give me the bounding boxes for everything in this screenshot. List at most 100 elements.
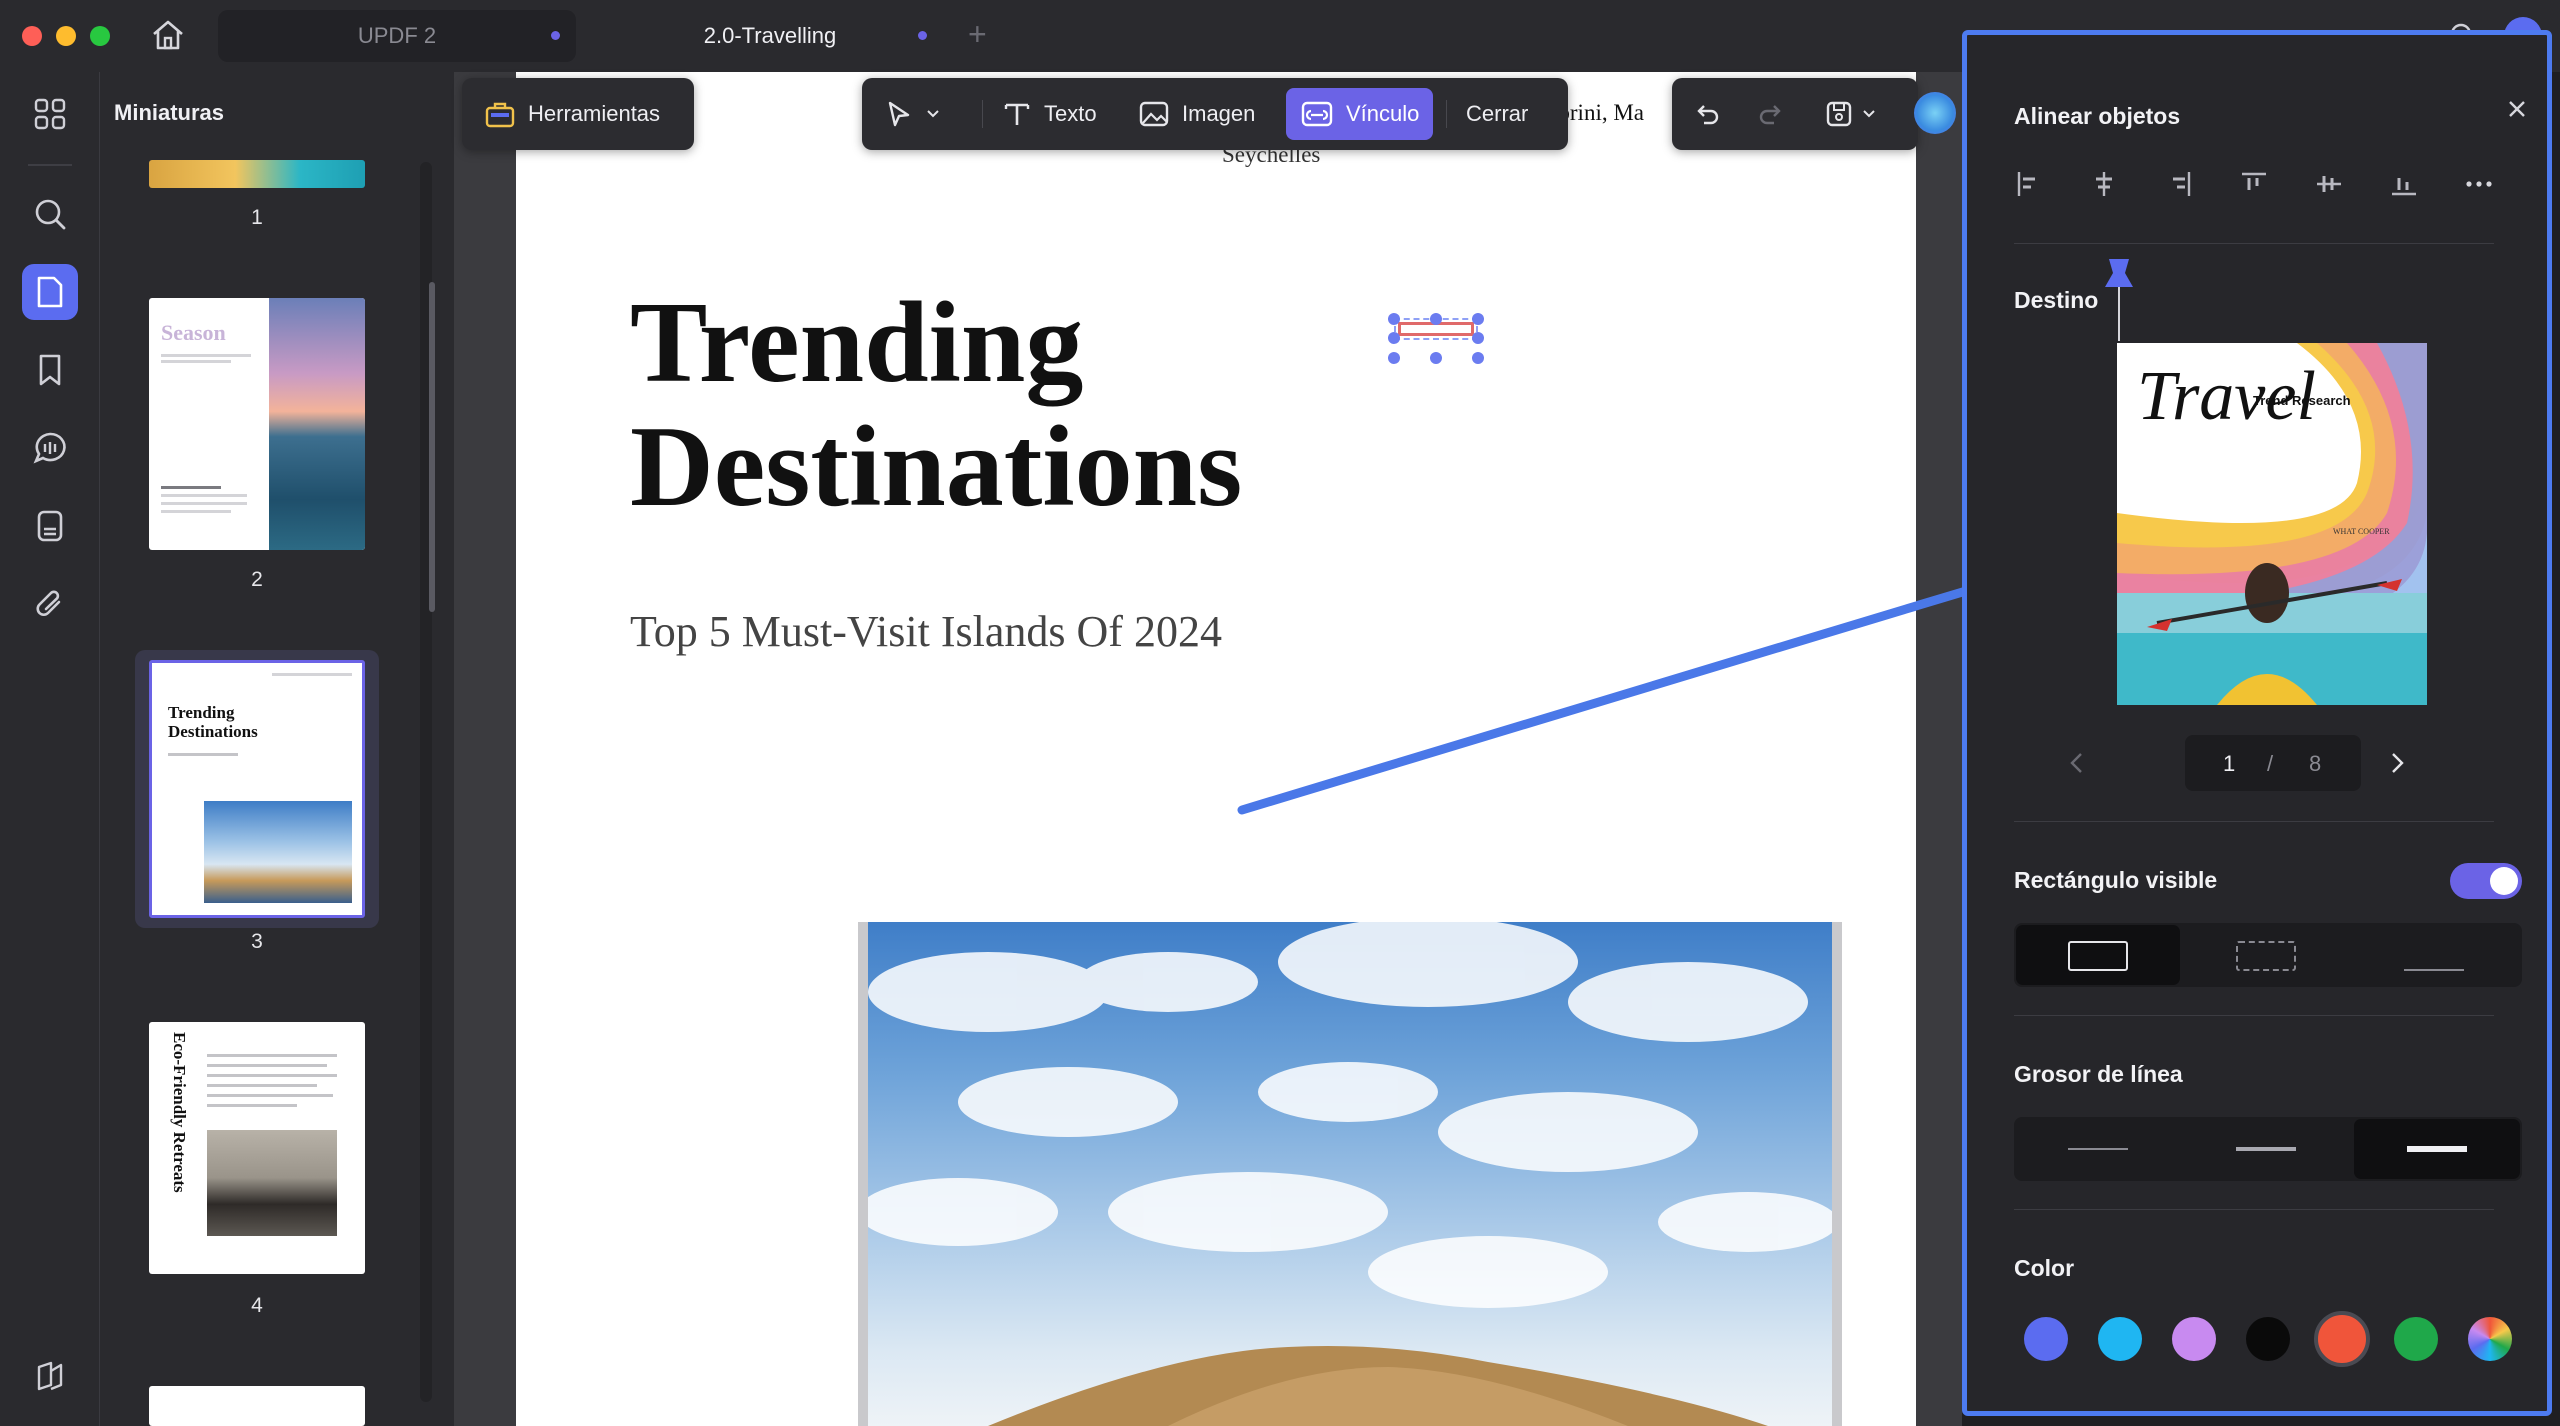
more-options-icon[interactable] (2464, 169, 2494, 199)
border-style-selector (2014, 923, 2522, 987)
align-top-icon[interactable] (2239, 169, 2269, 199)
next-page-icon[interactable] (2387, 751, 2407, 775)
ocean-sunset-image (269, 298, 365, 550)
close-window-button[interactable] (22, 26, 42, 46)
toggle-knob (2490, 867, 2518, 895)
close-edit-button[interactable]: Cerrar (1456, 88, 1538, 140)
border-dashed-option[interactable] (2184, 925, 2348, 985)
destination-label: Destino (2014, 287, 2099, 313)
thin-line-option[interactable] (2016, 1119, 2180, 1179)
organize-pages-icon[interactable] (22, 498, 78, 554)
pin-icon (2099, 255, 2139, 345)
rail-divider (28, 164, 72, 166)
new-tab-button[interactable]: + (968, 16, 987, 53)
color-swatch-cyan[interactable] (2098, 1317, 2142, 1361)
chevron-down-icon[interactable] (1862, 109, 1876, 119)
tab-label: 2.0-Travelling (703, 23, 837, 48)
tools-button[interactable]: Herramientas (474, 88, 670, 140)
edit-toolbar: Texto Imagen Vínculo Cerrar (862, 78, 1568, 150)
redo-button[interactable] (1746, 88, 1796, 140)
link-icon (1301, 101, 1333, 127)
redo-icon (1759, 105, 1781, 125)
border-underline-option[interactable] (2352, 925, 2516, 985)
comment-icon[interactable] (22, 420, 78, 476)
home-icon[interactable] (150, 18, 186, 52)
total-pages: 8 (2309, 751, 2322, 776)
page-number: 1 (251, 206, 263, 229)
history-toolbar (1672, 78, 1918, 150)
current-page[interactable]: 1 (2223, 751, 2235, 777)
scrollbar-thumb[interactable] (429, 282, 435, 612)
toolbox-icon (485, 102, 515, 128)
link-properties-panel: Alinear objetos Destino Travel Trend Res… (1962, 30, 2552, 1416)
align-center-icon[interactable] (2089, 169, 2119, 199)
minimize-window-button[interactable] (56, 26, 76, 46)
thumbnail-page-5[interactable] (149, 1386, 365, 1426)
thumbnail-page-3[interactable]: Trending Destinations (149, 660, 365, 918)
visible-rect-toggle[interactable] (2450, 863, 2522, 899)
page-number: 2 (251, 568, 263, 591)
close-label: Cerrar (1466, 101, 1529, 126)
text-tool-button[interactable]: Texto (992, 88, 1107, 140)
panel-title: Miniaturas (114, 100, 225, 125)
align-title: Alinear objetos (2014, 103, 2181, 129)
thumbnail-page-1[interactable] (149, 160, 365, 188)
text-icon (1004, 103, 1030, 125)
image-tool-button[interactable]: Imagen (1128, 88, 1265, 140)
left-sidebar-rail (0, 72, 100, 1426)
thumbnail-page-4[interactable]: Eco-Friendly Retreats (149, 1022, 365, 1274)
thumb-heading: Trending Destinations (168, 703, 258, 741)
tab-label: UPDF 2 (357, 23, 437, 48)
unsaved-dot (551, 31, 560, 40)
attachment-icon[interactable] (22, 576, 78, 632)
color-swatch-green[interactable] (2394, 1317, 2438, 1361)
align-right-icon[interactable] (2164, 169, 2194, 199)
line-thickness-label: Grosor de línea (2014, 1061, 2183, 1087)
visible-rect-label: Rectángulo visible (2014, 867, 2218, 893)
color-label: Color (2014, 1255, 2075, 1281)
border-solid-option[interactable] (2016, 925, 2180, 985)
thumbnails-panel: Miniaturas 1 Season 2 Trending Destinati… (100, 72, 454, 1426)
apps-grid-icon[interactable] (22, 86, 78, 142)
color-picker-rainbow-icon[interactable] (2468, 1317, 2512, 1361)
align-middle-icon[interactable] (2314, 169, 2344, 199)
page-separator: / (2267, 751, 2274, 776)
thick-line-option[interactable] (2354, 1119, 2520, 1179)
medium-line-option[interactable] (2184, 1119, 2348, 1179)
thumb-heading: Eco-Friendly Retreats (170, 1032, 189, 1193)
cursor-icon (888, 101, 910, 127)
thumbnail-page-2[interactable]: Season (149, 298, 365, 550)
bookmark-icon[interactable] (22, 342, 78, 398)
search-icon[interactable] (22, 186, 78, 242)
link-tool-label: Vínculo (1346, 101, 1420, 126)
layers-icon[interactable] (22, 1348, 78, 1404)
image-icon (1139, 101, 1169, 127)
zoom-window-button[interactable] (90, 26, 110, 46)
edit-pdf-icon[interactable] (22, 264, 78, 320)
page-selector[interactable]: 1 / 8 (2185, 735, 2361, 791)
preview-author: WHAT COOPER (2333, 527, 2390, 536)
tab-updf2[interactable]: UPDF 2 (218, 10, 576, 62)
color-swatch-black[interactable] (2246, 1317, 2290, 1361)
align-left-icon[interactable] (2014, 169, 2044, 199)
select-tool-button[interactable] (874, 88, 950, 140)
chevron-down-icon[interactable] (926, 109, 940, 119)
ai-assistant-icon[interactable] (1914, 92, 1956, 134)
page-number: 4 (251, 1294, 263, 1317)
destination-preview[interactable]: Travel Trend Research WHAT COOPER (2117, 343, 2427, 705)
undo-button[interactable] (1682, 88, 1732, 140)
undo-icon (1697, 105, 1719, 125)
close-icon[interactable] (2505, 97, 2529, 121)
align-bottom-icon[interactable] (2389, 169, 2419, 199)
rock-image (207, 1130, 337, 1236)
color-swatch-red-selected[interactable] (2314, 1311, 2370, 1367)
save-button[interactable] (1814, 88, 1886, 140)
prev-page-icon[interactable] (2067, 751, 2087, 775)
tab-travelling[interactable]: 2.0-Travelling (600, 10, 940, 62)
color-swatch-blue[interactable] (2024, 1317, 2068, 1361)
link-tool-button[interactable]: Vínculo (1286, 88, 1434, 140)
unsaved-dot (918, 31, 927, 40)
thumb-heading: Season (161, 320, 226, 345)
line-thickness-selector (2014, 1117, 2522, 1181)
color-swatch-purple[interactable] (2172, 1317, 2216, 1361)
